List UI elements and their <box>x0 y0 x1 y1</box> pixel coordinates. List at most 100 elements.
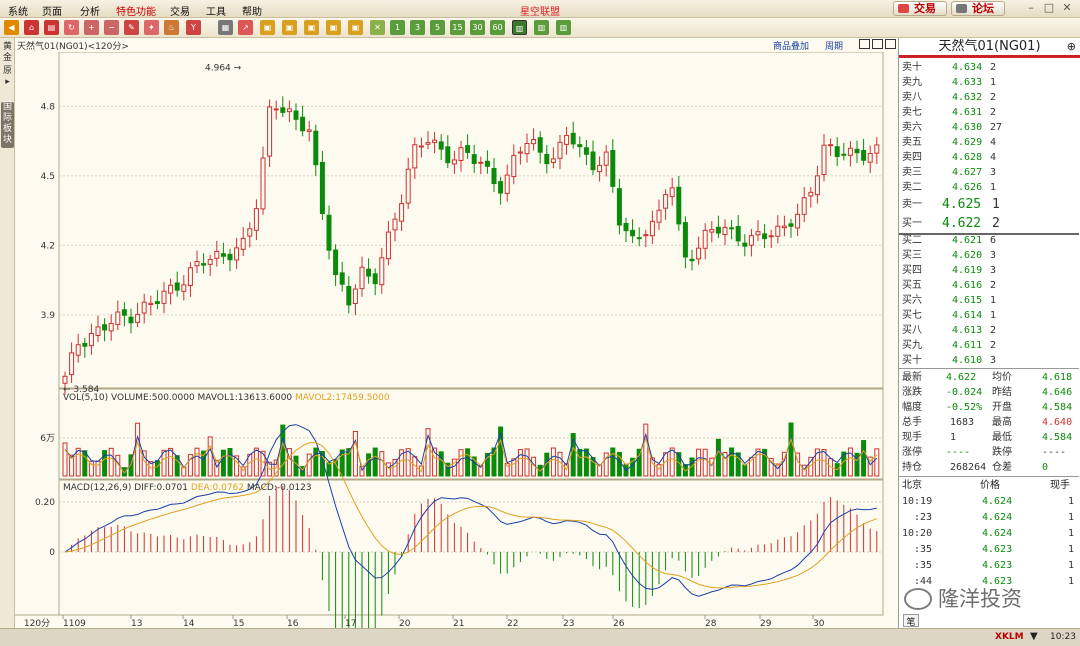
forum-button[interactable]: 论坛 <box>951 1 1005 16</box>
volume-bar <box>82 450 88 477</box>
layout1-icon[interactable] <box>859 39 870 49</box>
side-tab-gold[interactable]: 黄金 <box>1 42 14 64</box>
period-button[interactable]: 周期 <box>825 39 843 52</box>
ask-label: 卖五 <box>902 137 922 148</box>
x-axis-date: 13 <box>131 619 142 628</box>
period-60-button[interactable]: 60 <box>490 20 505 35</box>
menu-analysis[interactable]: 分析 <box>80 3 100 18</box>
flask-icon[interactable]: ♨ <box>164 20 179 35</box>
chart-icon[interactable]: ↗ <box>238 20 253 35</box>
candle-body <box>385 231 391 260</box>
candle-body <box>491 168 497 185</box>
kline-chart[interactable]: 4.84.54.23.94.964 →← 3.5846万0.200120分 110… <box>15 52 897 628</box>
minimize-icon[interactable]: – <box>1024 2 1038 15</box>
expand-icon[interactable]: ⊕ <box>1067 38 1076 56</box>
bid-label: 买五 <box>902 280 922 291</box>
stat-value: ---- <box>946 447 971 458</box>
cross-icon[interactable]: ✕ <box>370 20 385 35</box>
back-icon[interactable]: ◀ <box>4 20 19 35</box>
f1-icon[interactable]: ▣ <box>260 20 275 35</box>
candle-body <box>801 197 807 215</box>
price-tick-label: 4.2 <box>41 241 55 251</box>
trade-button[interactable]: 交易 <box>893 1 947 16</box>
ask-qty: 3 <box>990 167 997 178</box>
period-30-button[interactable]: 30 <box>470 20 485 35</box>
macd-tick-label: 0.20 <box>35 498 55 508</box>
maximize-icon[interactable]: □ <box>1042 2 1056 15</box>
candle-body <box>154 301 160 304</box>
layout3-icon[interactable] <box>885 39 896 49</box>
cup-icon[interactable]: Y <box>186 20 201 35</box>
volume-bar <box>702 448 708 477</box>
ask-label: 卖六 <box>902 122 922 133</box>
zoom-in-icon[interactable]: + <box>84 20 99 35</box>
menu-system[interactable]: 系统 <box>8 3 28 18</box>
candle-body <box>82 342 88 347</box>
refresh-icon[interactable]: ↻ <box>64 20 79 35</box>
month-icon[interactable]: ▥ <box>556 20 571 35</box>
tick-price: 4.623 <box>982 560 1013 571</box>
tick-row: :23 4.624 1 <box>902 510 1076 525</box>
f2-icon[interactable]: ▣ <box>282 20 297 35</box>
home-icon[interactable]: ⌂ <box>24 20 39 35</box>
stat-value-2: 4.584 <box>1042 432 1073 443</box>
volume-bar <box>168 447 174 477</box>
f3-icon[interactable]: ▣ <box>304 20 319 35</box>
volume-bar <box>62 442 68 477</box>
volume-bar <box>643 423 649 477</box>
zoom-out-icon[interactable]: − <box>104 20 119 35</box>
candle-body <box>544 153 550 165</box>
candle-body <box>432 139 438 144</box>
period-5-button[interactable]: 5 <box>430 20 445 35</box>
volume-bar <box>656 464 662 477</box>
week-icon[interactable]: ▥ <box>534 20 549 35</box>
kline-icon[interactable]: ▥ <box>512 20 527 35</box>
ticks-header-time: 北京 <box>902 480 922 491</box>
chart-title: 天然气01(NG01)<120分> <box>17 42 129 52</box>
period-1-button[interactable]: 1 <box>390 20 405 35</box>
f5-icon[interactable]: ▣ <box>348 20 363 35</box>
ask-qty: 2 <box>990 62 997 73</box>
bid-price: 4.616 <box>952 280 983 291</box>
toolbar: ◀ ⌂ ▤ ↻ + − ✎ ✦ ♨ Y ▦ ↗ ▣ ▣ ▣ ▣ ▣ ✕ 1 3 … <box>0 18 1080 38</box>
candle-body <box>577 144 583 148</box>
candle-body <box>181 284 187 292</box>
menu-special[interactable]: 特色功能 <box>116 3 156 18</box>
tool-icon[interactable]: ✦ <box>144 20 159 35</box>
volume-bar <box>194 447 200 477</box>
candle-body <box>682 222 688 258</box>
menu-help[interactable]: 帮助 <box>242 3 262 18</box>
bid-row: 买八 4.613 2 <box>902 323 1076 338</box>
close-icon[interactable]: ✕ <box>1060 2 1074 15</box>
candle-body <box>861 149 867 161</box>
overlay-button[interactable]: 商品叠加 <box>773 39 809 52</box>
pencil-icon[interactable]: ✎ <box>124 20 139 35</box>
layout2-icon[interactable] <box>872 39 883 49</box>
vol-header: VOL(5,10) VOLUME:500.0000 MAVOL1:13613.6… <box>63 393 390 403</box>
ask-row: 卖九 4.633 1 <box>902 75 1076 90</box>
f4-icon[interactable]: ▣ <box>326 20 341 35</box>
menu-trade[interactable]: 交易 <box>170 3 190 18</box>
bid-row: 买六 4.615 1 <box>902 293 1076 308</box>
candle-body <box>418 145 424 148</box>
period-3-button[interactable]: 3 <box>410 20 425 35</box>
candle-body <box>748 235 754 246</box>
period-15-button[interactable]: 15 <box>450 20 465 35</box>
menu-tools[interactable]: 工具 <box>206 3 226 18</box>
side-tab-raw[interactable]: 原▸ <box>1 66 14 88</box>
volume-bar <box>524 448 530 477</box>
volume-bar <box>742 464 748 477</box>
table-icon[interactable]: ▦ <box>218 20 233 35</box>
stat-label: 现手 <box>902 432 922 443</box>
stat-row: 涨停 ---- 跌停 ---- <box>902 445 1076 460</box>
menu-page[interactable]: 页面 <box>42 3 62 18</box>
bid-row: 买十 4.610 3 <box>902 353 1076 368</box>
ticks-header-qty: 现手 <box>1050 480 1070 491</box>
candle-body <box>95 326 101 336</box>
candle-body <box>689 258 695 262</box>
ask-row: 卖三 4.627 3 <box>902 165 1076 180</box>
tick-time: :35 <box>914 544 933 555</box>
side-tab-intl[interactable]: 国际板块 <box>1 102 14 148</box>
volume-bar <box>874 448 880 477</box>
quote-icon[interactable]: ▤ <box>44 20 59 35</box>
